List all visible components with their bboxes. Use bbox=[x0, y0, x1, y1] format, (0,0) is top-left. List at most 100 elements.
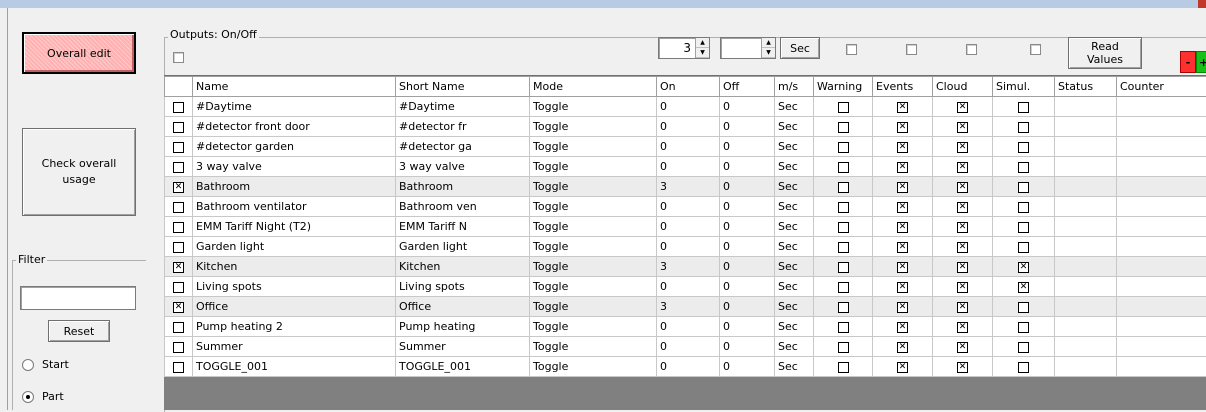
mode-cell[interactable]: Toggle bbox=[530, 157, 657, 177]
warning-cell[interactable] bbox=[814, 117, 873, 137]
table-row[interactable]: OfficeOfficeToggle30Sec bbox=[165, 297, 1206, 317]
cloud-cell[interactable] bbox=[933, 317, 993, 337]
cloud-checkbox[interactable] bbox=[957, 342, 968, 353]
row-select-checkbox[interactable] bbox=[173, 322, 184, 333]
off-cell[interactable]: 0 bbox=[720, 137, 775, 157]
table-row[interactable]: Pump heating 2Pump heatingToggle00Sec bbox=[165, 317, 1206, 337]
events-cell[interactable] bbox=[873, 357, 933, 377]
column-header[interactable]: Simul. bbox=[993, 77, 1055, 97]
name-cell[interactable]: Office bbox=[193, 297, 396, 317]
simul-cell[interactable] bbox=[993, 237, 1055, 257]
table-row[interactable]: BathroomBathroomToggle30Sec bbox=[165, 177, 1206, 197]
on-cell[interactable]: 0 bbox=[657, 197, 720, 217]
cloud-cell[interactable] bbox=[933, 337, 993, 357]
off-time-spin-buttons[interactable]: ▲▼ bbox=[761, 38, 775, 58]
short-name-cell[interactable]: Pump heating bbox=[396, 317, 530, 337]
cloud-checkbox[interactable] bbox=[957, 262, 968, 273]
radio-start-indicator[interactable] bbox=[22, 359, 34, 371]
mode-cell[interactable]: Toggle bbox=[530, 137, 657, 157]
ms-cell[interactable]: Sec bbox=[775, 217, 814, 237]
name-cell[interactable]: Bathroom bbox=[193, 177, 396, 197]
warning-checkbox[interactable] bbox=[838, 162, 849, 173]
read-values-button[interactable]: Read Values bbox=[1068, 37, 1142, 69]
warning-cell[interactable] bbox=[814, 237, 873, 257]
warning-all-checkbox[interactable] bbox=[846, 44, 857, 55]
ms-cell[interactable]: Sec bbox=[775, 97, 814, 117]
table-row[interactable]: 3 way valve3 way valveToggle00Sec bbox=[165, 157, 1206, 177]
simul-checkbox[interactable] bbox=[1018, 142, 1029, 153]
warning-checkbox[interactable] bbox=[838, 122, 849, 133]
ms-cell[interactable]: Sec bbox=[775, 137, 814, 157]
warning-checkbox[interactable] bbox=[838, 322, 849, 333]
warning-cell[interactable] bbox=[814, 297, 873, 317]
row-select-cell[interactable] bbox=[165, 97, 193, 117]
off-cell[interactable]: 0 bbox=[720, 197, 775, 217]
row-select-cell[interactable] bbox=[165, 237, 193, 257]
off-cell[interactable]: 0 bbox=[720, 97, 775, 117]
short-name-cell[interactable]: TOGGLE_001 bbox=[396, 357, 530, 377]
simul-checkbox[interactable] bbox=[1018, 262, 1029, 273]
warning-cell[interactable] bbox=[814, 217, 873, 237]
column-header[interactable]: Events bbox=[873, 77, 933, 97]
short-name-cell[interactable]: Office bbox=[396, 297, 530, 317]
cloud-cell[interactable] bbox=[933, 137, 993, 157]
warning-cell[interactable] bbox=[814, 157, 873, 177]
mode-cell[interactable]: Toggle bbox=[530, 177, 657, 197]
short-name-cell[interactable]: Garden light bbox=[396, 237, 530, 257]
name-cell[interactable]: EMM Tariff Night (T2) bbox=[193, 217, 396, 237]
off-time-spinner[interactable]: ▲▼ bbox=[720, 37, 776, 59]
off-cell[interactable]: 0 bbox=[720, 177, 775, 197]
row-select-checkbox[interactable] bbox=[173, 102, 184, 113]
cloud-cell[interactable] bbox=[933, 157, 993, 177]
simul-cell[interactable] bbox=[993, 317, 1055, 337]
row-select-checkbox[interactable] bbox=[173, 262, 184, 273]
events-cell[interactable] bbox=[873, 277, 933, 297]
warning-checkbox[interactable] bbox=[838, 302, 849, 313]
cloud-checkbox[interactable] bbox=[957, 182, 968, 193]
on-time-spinner[interactable]: 3 ▲▼ bbox=[658, 37, 710, 59]
cloud-checkbox[interactable] bbox=[957, 302, 968, 313]
column-header[interactable]: On bbox=[657, 77, 720, 97]
short-name-cell[interactable]: #detector ga bbox=[396, 137, 530, 157]
table-row[interactable]: Living spotsLiving spotsToggle00Sec bbox=[165, 277, 1206, 297]
short-name-cell[interactable]: Bathroom bbox=[396, 177, 530, 197]
simul-cell[interactable] bbox=[993, 157, 1055, 177]
events-cell[interactable] bbox=[873, 317, 933, 337]
name-cell[interactable]: #detector front door bbox=[193, 117, 396, 137]
column-header[interactable]: Short Name bbox=[396, 77, 530, 97]
table-row[interactable]: Garden lightGarden lightToggle00Sec bbox=[165, 237, 1206, 257]
events-checkbox[interactable] bbox=[897, 222, 908, 233]
simul-all-checkbox[interactable] bbox=[1030, 44, 1041, 55]
events-checkbox[interactable] bbox=[897, 182, 908, 193]
simul-cell[interactable] bbox=[993, 337, 1055, 357]
simul-checkbox[interactable] bbox=[1018, 342, 1029, 353]
events-checkbox[interactable] bbox=[897, 102, 908, 113]
warning-checkbox[interactable] bbox=[838, 242, 849, 253]
table-row[interactable]: TOGGLE_001TOGGLE_001Toggle00Sec bbox=[165, 357, 1206, 377]
radio-part[interactable]: Part bbox=[22, 390, 64, 403]
table-row[interactable]: #detector garden#detector gaToggle00Sec bbox=[165, 137, 1206, 157]
name-cell[interactable]: 3 way valve bbox=[193, 157, 396, 177]
simul-checkbox[interactable] bbox=[1018, 242, 1029, 253]
off-cell[interactable]: 0 bbox=[720, 237, 775, 257]
cloud-cell[interactable] bbox=[933, 237, 993, 257]
simul-checkbox[interactable] bbox=[1018, 322, 1029, 333]
simul-cell[interactable] bbox=[993, 217, 1055, 237]
cloud-cell[interactable] bbox=[933, 177, 993, 197]
events-checkbox[interactable] bbox=[897, 122, 908, 133]
ms-cell[interactable]: Sec bbox=[775, 117, 814, 137]
simul-cell[interactable] bbox=[993, 197, 1055, 217]
row-select-cell[interactable] bbox=[165, 157, 193, 177]
on-time-spin-buttons[interactable]: ▲▼ bbox=[695, 38, 709, 58]
column-header[interactable]: Cloud bbox=[933, 77, 993, 97]
row-select-checkbox[interactable] bbox=[173, 302, 184, 313]
simul-cell[interactable] bbox=[993, 117, 1055, 137]
simul-cell[interactable] bbox=[993, 257, 1055, 277]
row-select-checkbox[interactable] bbox=[173, 222, 184, 233]
simul-checkbox[interactable] bbox=[1018, 102, 1029, 113]
ms-cell[interactable]: Sec bbox=[775, 197, 814, 217]
warning-checkbox[interactable] bbox=[838, 362, 849, 373]
mode-cell[interactable]: Toggle bbox=[530, 317, 657, 337]
events-checkbox[interactable] bbox=[897, 262, 908, 273]
column-header[interactable] bbox=[165, 77, 193, 97]
